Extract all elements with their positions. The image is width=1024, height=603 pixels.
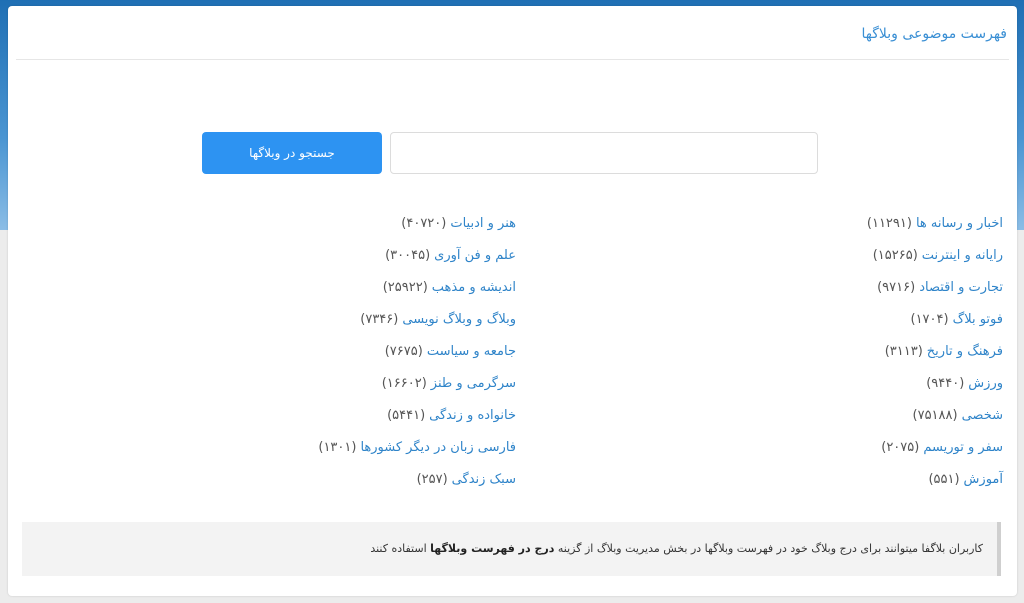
category-count: (۳۰۰۴۵) bbox=[385, 248, 431, 263]
category-link[interactable]: هنر و ادبیات bbox=[450, 216, 516, 231]
category-count: (۳۱۱۳) bbox=[884, 344, 923, 359]
category-link[interactable]: فارسی زبان در دیگر کشورها bbox=[360, 440, 516, 455]
category-item: خانواده و زندگی(۵۴۴۱) bbox=[56, 404, 516, 436]
category-item: علم و فن آوری(۳۰۰۴۵) bbox=[56, 244, 516, 276]
blog-directory-card: فهرست موضوعی وبلاگها جستجو در وبلاگها اخ… bbox=[8, 6, 1017, 596]
category-link[interactable]: جامعه و سیاست bbox=[427, 344, 516, 359]
category-link[interactable]: سفر و توریسم bbox=[923, 440, 1003, 455]
category-item: تجارت و اقتصاد(۹۷۱۶) bbox=[543, 276, 1003, 308]
category-count: (۵۴۴۱) bbox=[387, 408, 426, 423]
info-text-after: استفاده کنند bbox=[370, 542, 427, 555]
category-count: (۴۰۷۲۰) bbox=[401, 216, 447, 231]
category-link[interactable]: اندیشه و مذهب bbox=[432, 280, 516, 295]
category-count: (۷۶۷۵) bbox=[384, 344, 423, 359]
category-link[interactable]: سبک زندگی bbox=[452, 472, 516, 487]
search-button[interactable]: جستجو در وبلاگها bbox=[202, 132, 382, 174]
category-item: اندیشه و مذهب (۲۵۹۲۲) bbox=[56, 276, 516, 308]
category-link[interactable]: فوتو بلاگ bbox=[953, 312, 1003, 327]
category-link[interactable]: شخصی bbox=[962, 408, 1003, 423]
category-link[interactable]: وبلاگ و وبلاگ نویسی bbox=[402, 312, 516, 327]
category-item: فرهنگ و تاریخ (۳۱۱۳) bbox=[543, 340, 1003, 372]
info-text-before: کاربران بلاگفا میتوانند برای درج وبلاگ خ… bbox=[557, 542, 983, 555]
info-note: کاربران بلاگفا میتوانند برای درج وبلاگ خ… bbox=[22, 522, 1001, 576]
category-item: سفر و توریسم(۲۰۷۵) bbox=[543, 436, 1003, 468]
category-link[interactable]: اخبار و رسانه ها bbox=[916, 216, 1003, 231]
category-item: رایانه و اینترنت (۱۵۲۶۵) bbox=[543, 244, 1003, 276]
category-item: هنر و ادبیات(۴۰۷۲۰) bbox=[56, 212, 516, 244]
category-column-left: هنر و ادبیات(۴۰۷۲۰) علم و فن آوری(۳۰۰۴۵) ا… bbox=[56, 212, 516, 500]
category-count: (۷۵۱۸۸) bbox=[912, 408, 958, 423]
search-input[interactable] bbox=[390, 132, 818, 174]
category-link[interactable]: تجارت و اقتصاد bbox=[919, 280, 1003, 295]
category-item: فارسی زبان در دیگر کشورها(۱۳۰۱) bbox=[56, 436, 516, 468]
category-count: (۱۶۶۰۲) bbox=[381, 376, 427, 391]
category-link[interactable]: فرهنگ و تاریخ bbox=[927, 344, 1003, 359]
category-link[interactable]: سرگرمی و طنز bbox=[431, 376, 516, 391]
category-count: (۱۵۲۶۵) bbox=[872, 248, 918, 263]
category-list: اخبار و رسانه ها (۱۱۲۹۱) رایانه و اینترنت (… bbox=[21, 212, 1003, 502]
category-link[interactable]: رایانه و اینترنت bbox=[922, 248, 1003, 263]
card-header: فهرست موضوعی وبلاگها bbox=[16, 20, 1009, 60]
category-link[interactable]: علم و فن آوری bbox=[434, 248, 516, 263]
category-item: اخبار و رسانه ها (۱۱۲۹۱) bbox=[543, 212, 1003, 244]
category-count: (۲۰۷۵) bbox=[881, 440, 920, 455]
category-item: جامعه و سیاست (۷۶۷۵) bbox=[56, 340, 516, 372]
category-link[interactable]: خانواده و زندگی bbox=[429, 408, 516, 423]
category-count: (۹۴۴۰) bbox=[926, 376, 965, 391]
category-count: (۷۳۴۶) bbox=[360, 312, 399, 327]
category-count: (۹۷۱۶) bbox=[877, 280, 916, 295]
category-item: سبک زندگی (۲۵۷) bbox=[56, 468, 516, 500]
category-item: فوتو بلاگ (۱۷۰۴) bbox=[543, 308, 1003, 340]
category-count: (۱۷۰۴) bbox=[910, 312, 949, 327]
category-link[interactable]: ورزش bbox=[968, 376, 1003, 391]
category-item: سرگرمی و طنز (۱۶۶۰۲) bbox=[56, 372, 516, 404]
search-bar: جستجو در وبلاگها bbox=[202, 132, 818, 174]
category-column-right: اخبار و رسانه ها (۱۱۲۹۱) رایانه و اینترنت (… bbox=[543, 212, 1003, 500]
category-count: (۲۵۷) bbox=[416, 472, 448, 487]
category-item: وبلاگ و وبلاگ نویسی(۷۳۴۶) bbox=[56, 308, 516, 340]
category-count: (۱۳۰۱) bbox=[318, 440, 357, 455]
category-link[interactable]: آموزش bbox=[964, 472, 1003, 487]
category-item: آموزش (۵۵۱) bbox=[543, 468, 1003, 500]
info-text-bold: درج در فهرست وبلاگها bbox=[430, 542, 555, 555]
category-count: (۱۱۲۹۱) bbox=[866, 216, 912, 231]
category-count: (۲۵۹۲۲) bbox=[382, 280, 428, 295]
page-title: فهرست موضوعی وبلاگها bbox=[861, 26, 1007, 42]
category-item: شخصی (۷۵۱۸۸) bbox=[543, 404, 1003, 436]
category-count: (۵۵۱) bbox=[928, 472, 960, 487]
category-item: ورزش(۹۴۴۰) bbox=[543, 372, 1003, 404]
